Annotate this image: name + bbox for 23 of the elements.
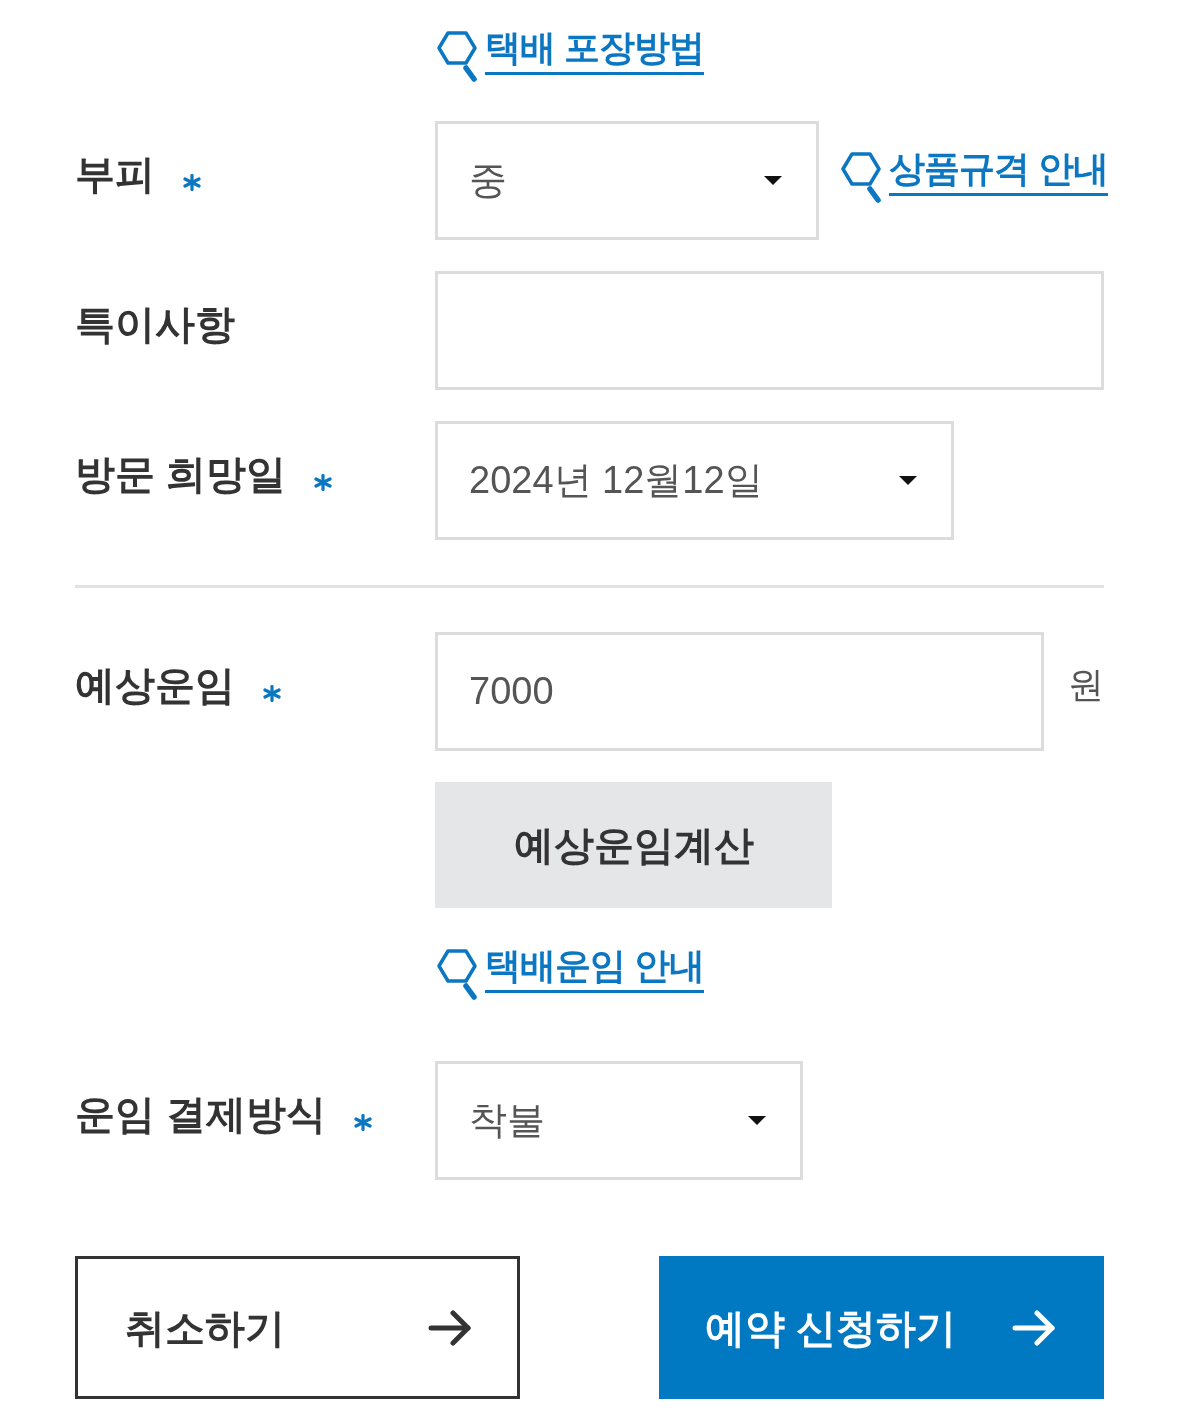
field-label: 특이사항 bbox=[75, 300, 235, 348]
field-label: 예상운임 bbox=[75, 661, 235, 709]
dropdown[interactable]: 착불 bbox=[435, 1061, 803, 1180]
search-icon bbox=[841, 150, 883, 203]
caret-icon bbox=[764, 176, 782, 185]
submit-reservation-button[interactable]: 예약 신청하기 bbox=[659, 1256, 1104, 1399]
packing-guide-link[interactable]: 택배 포장방법 bbox=[437, 30, 704, 86]
cancel-button[interactable]: 취소하기 bbox=[75, 1256, 520, 1399]
caret-icon bbox=[899, 476, 917, 485]
field-label: 방문 희망일 bbox=[75, 450, 287, 498]
caret-icon bbox=[748, 1116, 766, 1125]
field-label: 부피 bbox=[75, 150, 155, 198]
dropdown[interactable]: 중 bbox=[435, 121, 819, 240]
input-field[interactable] bbox=[435, 271, 1104, 390]
input-field[interactable]: 7000 bbox=[435, 632, 1044, 751]
field-label: 운임 결제방식 bbox=[75, 1090, 327, 1138]
search-icon bbox=[437, 948, 479, 1000]
unit-label: 원 bbox=[1068, 662, 1104, 707]
fare-guide-link[interactable]: 택배운임 안내 bbox=[437, 948, 704, 1004]
dropdown[interactable]: 2024년 12월12일 bbox=[435, 421, 954, 540]
size-guide-link[interactable]: 상품규격 안내 bbox=[841, 150, 1108, 203]
calculate-fare-button[interactable]: 예상운임계산 bbox=[435, 782, 832, 908]
search-icon bbox=[437, 30, 479, 82]
